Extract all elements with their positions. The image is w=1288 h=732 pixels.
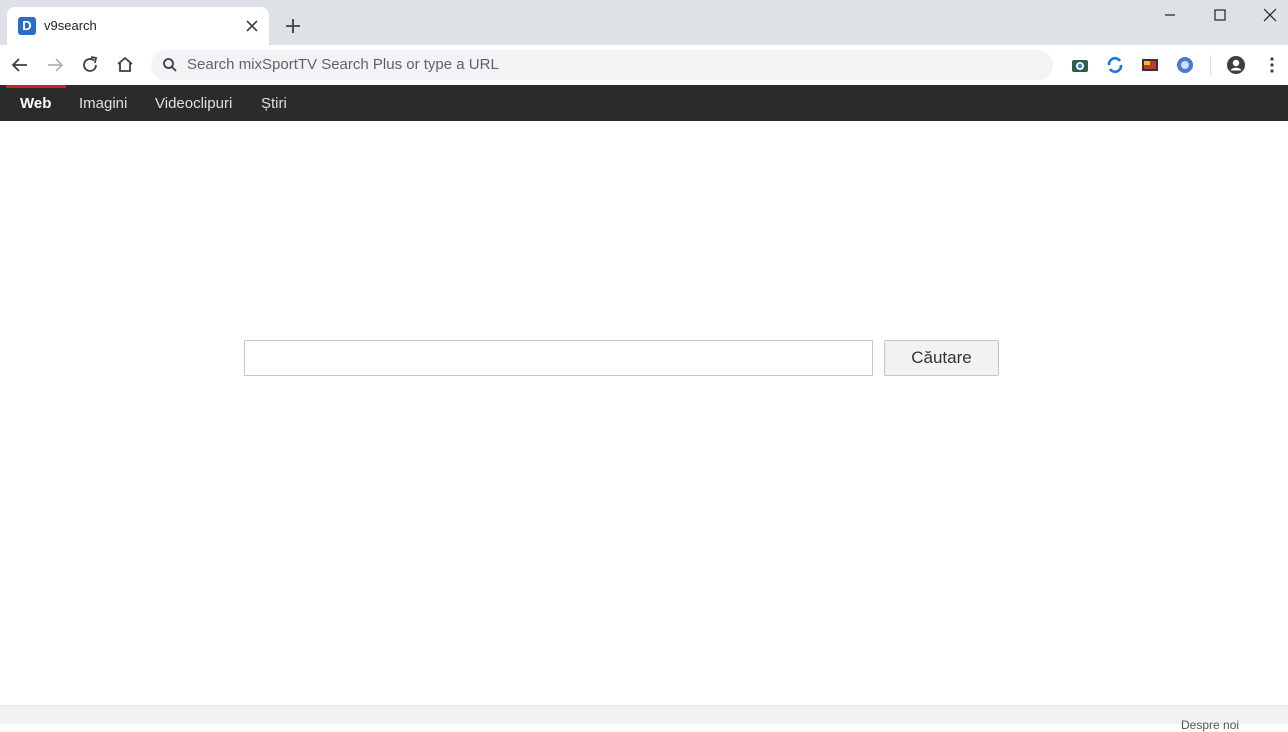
- nav-item-videos[interactable]: Videoclipuri: [155, 95, 232, 112]
- new-tab-icon[interactable]: [282, 15, 304, 37]
- search-icon: [163, 58, 177, 72]
- address-bar[interactable]: Search mixSportTV Search Plus or type a …: [151, 50, 1053, 80]
- back-icon[interactable]: [8, 53, 32, 77]
- toolbar-divider: [1210, 55, 1211, 75]
- window-close-icon[interactable]: [1259, 4, 1281, 26]
- search-input[interactable]: [244, 340, 873, 376]
- tab-strip: D v9search: [0, 0, 1288, 45]
- sync-extension-icon[interactable]: [1105, 55, 1125, 75]
- nav-item-web[interactable]: Web: [20, 95, 51, 112]
- menu-icon[interactable]: [1262, 55, 1282, 75]
- nav-item-images[interactable]: Imagini: [79, 95, 127, 112]
- search-button[interactable]: Căutare: [884, 340, 999, 376]
- nav-item-news[interactable]: Știri: [261, 95, 287, 112]
- globe-extension-icon[interactable]: [1175, 55, 1195, 75]
- tv-extension-icon[interactable]: [1140, 55, 1160, 75]
- address-bar-placeholder: Search mixSportTV Search Plus or type a …: [187, 56, 499, 73]
- profile-icon[interactable]: [1226, 55, 1246, 75]
- maximize-icon[interactable]: [1209, 4, 1231, 26]
- browser-toolbar: Search mixSportTV Search Plus or type a …: [0, 45, 1288, 85]
- active-tab-indicator: [6, 85, 66, 88]
- reload-icon[interactable]: [78, 53, 102, 77]
- tab-title: v9search: [44, 18, 97, 33]
- forward-icon[interactable]: [43, 53, 67, 77]
- browser-tab[interactable]: D v9search: [7, 7, 269, 45]
- minimize-icon[interactable]: [1159, 4, 1181, 26]
- home-icon[interactable]: [113, 53, 137, 77]
- site-nav-bar: Web Imagini Videoclipuri Știri: [0, 85, 1288, 121]
- footer: Despre noi: [0, 705, 1288, 732]
- footer-link[interactable]: Despre noi: [1181, 718, 1239, 732]
- tab-favicon-icon: D: [18, 17, 36, 35]
- camera-extension-icon[interactable]: [1070, 55, 1090, 75]
- close-tab-icon[interactable]: [242, 16, 262, 36]
